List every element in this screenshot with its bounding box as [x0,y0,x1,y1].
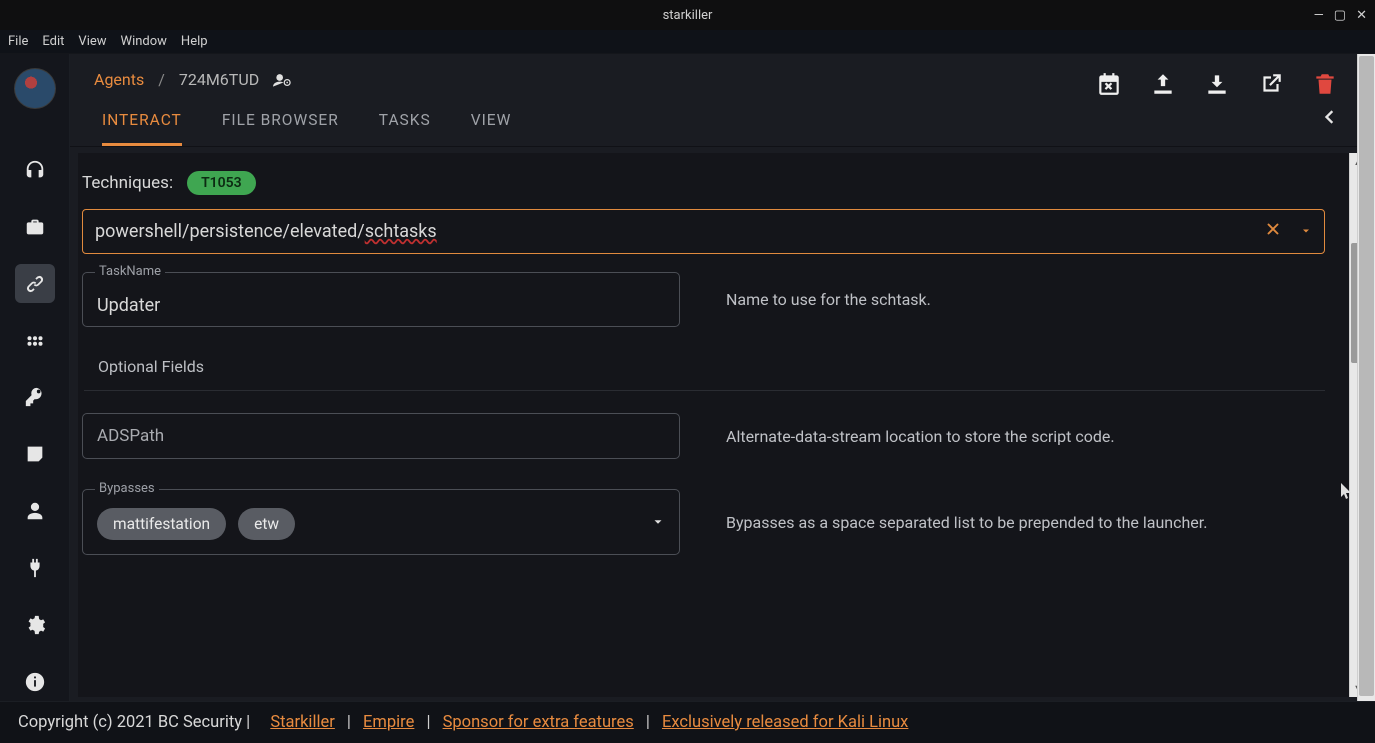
window-minimize-icon[interactable]: ― [1314,8,1324,23]
user-icon[interactable] [15,492,55,531]
adspath-description: Alternate-data-stream location to store … [726,427,1115,446]
taskname-label: TaskName [95,264,165,279]
footer-link-sponsor[interactable]: Sponsor for extra features [443,713,634,732]
chip-mattifestation[interactable]: mattifestation [97,508,226,540]
breadcrumb-agents[interactable]: Agents [94,70,144,89]
menu-edit[interactable]: Edit [42,34,64,49]
window-close-icon[interactable]: ✕ [1356,8,1367,23]
gear-icon[interactable] [15,605,55,644]
footer-link-starkiller[interactable]: Starkiller [270,713,335,732]
menu-window[interactable]: Window [121,34,167,49]
note-icon[interactable] [15,435,55,474]
plug-icon[interactable] [15,548,55,587]
grid-icon[interactable] [15,321,55,360]
sidebar [0,54,70,701]
tabs: INTERACT FILE BROWSER TASKS VIEW [70,89,1375,147]
module-path-spellcheck: schtasks [365,221,437,242]
bypasses-label: Bypasses [95,481,159,496]
outer-scroll-thumb[interactable] [1359,56,1374,696]
briefcase-icon[interactable] [15,207,55,246]
dropdown-caret-icon[interactable] [1300,221,1312,242]
adspath-field[interactable]: ADSPath [82,413,680,459]
module-select-text: powershell/persistence/elevated/schtasks [95,221,1264,242]
technique-badge[interactable]: T1053 [187,171,256,195]
menubar: File Edit View Window Help [0,30,1375,54]
techniques-label: Techniques: [82,173,173,193]
taskname-value: Updater [97,295,160,316]
bypasses-description: Bypasses as a space separated list to be… [726,513,1207,532]
taskname-description: Name to use for the schtask. [726,290,931,309]
main-content: Agents / 724M6TUD [70,54,1375,701]
footer-copyright: Copyright (c) 2021 BC Security | [18,713,250,732]
outer-scrollbar[interactable] [1357,54,1375,701]
link-icon[interactable] [15,264,55,303]
user-cog-icon[interactable] [273,72,293,88]
adspath-placeholder: ADSPath [97,426,164,446]
clear-icon[interactable] [1264,220,1282,243]
breadcrumb-current: 724M6TUD [179,70,259,89]
headphones-icon[interactable] [15,151,55,190]
bypasses-dropdown-icon[interactable] [651,515,665,533]
key-icon[interactable] [15,378,55,417]
footer-link-kali[interactable]: Exclusively released for Kali Linux [662,713,908,732]
avatar[interactable] [14,68,56,109]
bypasses-field[interactable]: Bypasses mattifestation etw [82,489,680,555]
menu-view[interactable]: View [78,34,106,49]
window-titlebar: starkiller ― ▢ ✕ [0,0,1375,30]
divider [84,390,1325,391]
back-chevron-icon[interactable] [1319,107,1339,131]
window-maximize-icon[interactable]: ▢ [1334,8,1346,23]
menu-help[interactable]: Help [181,34,208,49]
taskname-field[interactable]: TaskName Updater [82,272,680,327]
optional-fields-label: Optional Fields [80,351,1329,386]
footer: Copyright (c) 2021 BC Security | Starkil… [0,701,1375,743]
window-title: starkiller [663,8,713,23]
info-icon[interactable] [15,662,55,701]
tab-view[interactable]: VIEW [471,111,512,146]
breadcrumb-separator: / [158,70,165,89]
tab-file-browser[interactable]: FILE BROWSER [222,111,339,146]
module-select[interactable]: powershell/persistence/elevated/schtasks [82,209,1325,254]
footer-link-empire[interactable]: Empire [363,713,414,732]
menu-file[interactable]: File [8,34,28,49]
module-path-prefix: powershell/persistence/elevated/ [95,221,365,242]
tab-interact[interactable]: INTERACT [102,111,182,146]
chip-etw[interactable]: etw [238,508,295,540]
tab-tasks[interactable]: TASKS [379,111,431,146]
